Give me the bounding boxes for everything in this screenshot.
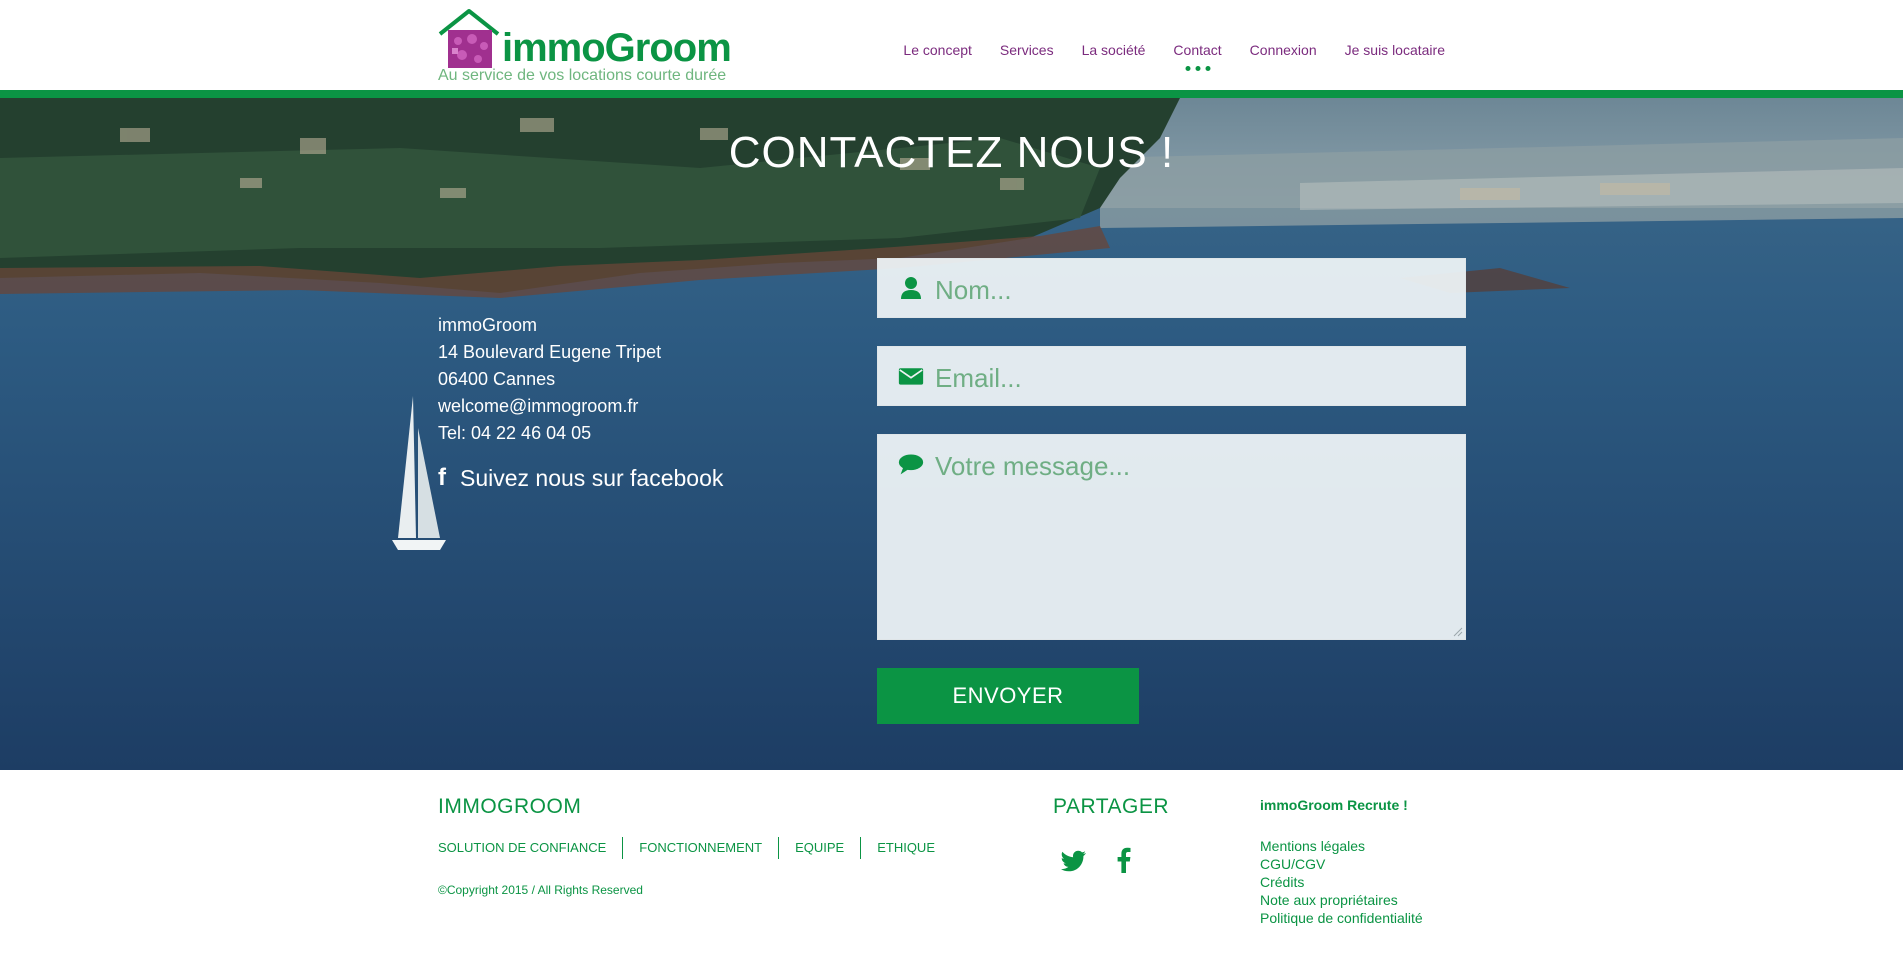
legal-link-politique-confidentialite[interactable]: Politique de confidentialité <box>1260 909 1423 927</box>
site-header: immoGroom Au service de vos locations co… <box>0 0 1903 90</box>
recruitment-link[interactable]: immoGroom Recrute ! <box>1260 797 1408 813</box>
contact-phone: Tel: 04 22 46 04 05 <box>438 423 592 443</box>
active-indicator-dots <box>1185 66 1211 71</box>
copyright: ©Copyright 2015 / All Rights Reserved <box>438 883 643 897</box>
name-input[interactable]: Nom... <box>877 258 1466 318</box>
message-textarea[interactable]: Votre message... <box>877 434 1466 640</box>
footer-link-equipe[interactable]: EQUIPE <box>778 837 860 859</box>
site-footer: IMMOGROOM SOLUTION DE CONFIANCE FONCTION… <box>0 770 1903 955</box>
logo-wordmark: immoGroom <box>502 26 732 70</box>
resize-grip-icon[interactable] <box>1453 627 1463 637</box>
send-button[interactable]: ENVOYER <box>877 668 1139 724</box>
user-icon <box>901 277 921 299</box>
envelope-icon <box>898 368 924 385</box>
footer-nav: SOLUTION DE CONFIANCE FONCTIONNEMENT EQU… <box>438 837 951 859</box>
nav-item-je-suis-locataire[interactable]: Je suis locataire <box>1331 40 1459 64</box>
twitter-icon[interactable] <box>1060 846 1088 874</box>
main-nav: Le concept Services La société Contact C… <box>889 40 1459 71</box>
email-input[interactable]: Email... <box>877 346 1466 406</box>
comment-icon <box>898 454 924 475</box>
share-title: PARTAGER <box>1053 795 1170 818</box>
contact-email-link[interactable]: welcome@immogroom.fr <box>438 393 661 420</box>
contact-address-block: immoGroom 14 Boulevard Eugene Tripet 064… <box>438 312 661 447</box>
legal-link-cgu-cgv[interactable]: CGU/CGV <box>1260 855 1423 873</box>
page-title: CONTACTEZ NOUS ! <box>728 128 1175 177</box>
footer-title: IMMOGROOM <box>438 795 582 818</box>
header-divider <box>0 90 1903 98</box>
city-address: 06400 Cannes <box>438 369 556 389</box>
logo[interactable]: immoGroom Au service de vos locations co… <box>438 8 738 88</box>
nav-item-contact[interactable]: Contact <box>1159 40 1235 71</box>
legal-links: Mentions légales CGU/CGV Crédits Note au… <box>1260 837 1423 927</box>
facebook-follow-label: Suivez nous sur facebook <box>460 464 724 491</box>
legal-link-note-proprietaires[interactable]: Note aux propriétaires <box>1260 891 1423 909</box>
house-logo-icon <box>438 9 500 68</box>
footer-link-solution-de-confiance[interactable]: SOLUTION DE CONFIANCE <box>438 837 622 859</box>
facebook-icon[interactable] <box>1110 846 1138 874</box>
facebook-icon: f <box>438 464 446 491</box>
social-links <box>1060 846 1138 874</box>
facebook-follow-link[interactable]: f Suivez nous sur facebook <box>438 464 723 492</box>
nav-item-connexion[interactable]: Connexion <box>1236 40 1331 64</box>
legal-link-credits[interactable]: Crédits <box>1260 873 1423 891</box>
contact-hero: CONTACTEZ NOUS ! immoGroom 14 Boulevard … <box>0 98 1903 770</box>
nav-item-la-societe[interactable]: La société <box>1068 40 1160 64</box>
company-name: immoGroom <box>438 315 538 335</box>
logo-tagline: Au service de vos locations courte durée <box>438 67 727 84</box>
name-placeholder: Nom... <box>935 275 1012 305</box>
email-placeholder: Email... <box>935 363 1022 393</box>
nav-item-services[interactable]: Services <box>986 40 1068 64</box>
legal-link-mentions-legales[interactable]: Mentions légales <box>1260 837 1423 855</box>
footer-link-ethique[interactable]: ETHIQUE <box>860 837 951 859</box>
message-placeholder: Votre message... <box>935 451 1131 481</box>
nav-item-contact-label: Contact <box>1173 42 1222 58</box>
footer-link-fonctionnement[interactable]: FONCTIONNEMENT <box>622 837 778 859</box>
nav-item-le-concept[interactable]: Le concept <box>889 40 986 64</box>
street-address: 14 Boulevard Eugene Tripet <box>438 342 662 362</box>
